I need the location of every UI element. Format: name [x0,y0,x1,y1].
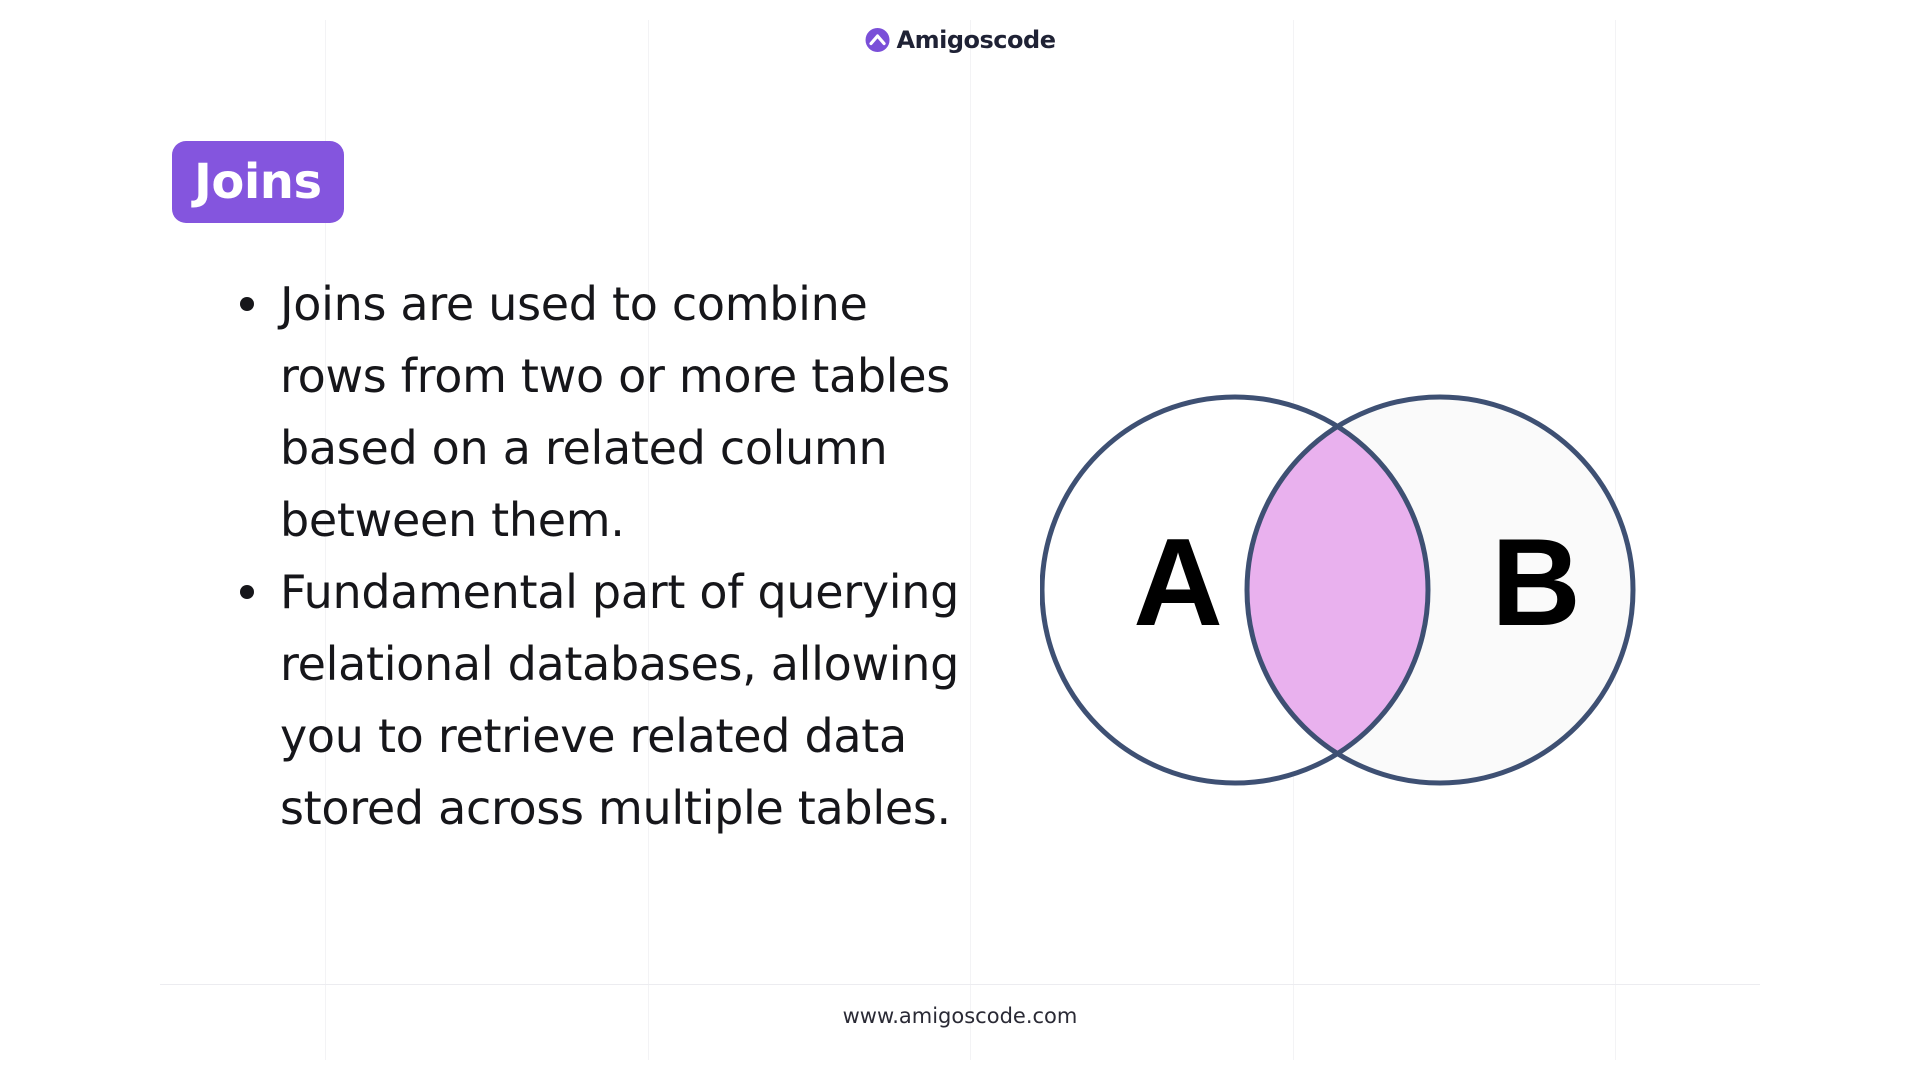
bullet-list: Joins are used to combine rows from two … [236,268,976,844]
slide: Amigoscode Joins Joins are used to combi… [0,0,1920,1080]
bullet-item: Fundamental part of querying relational … [236,556,976,844]
footer-url: www.amigoscode.com [842,1004,1078,1028]
footer-divider [160,984,1760,985]
brand-logo: Amigoscode [865,26,1056,54]
bullet-text: Fundamental part of querying relational … [280,565,960,835]
bullet-item: Joins are used to combine rows from two … [236,268,976,556]
bullet-dot-icon [240,297,254,311]
bullet-text: Joins are used to combine rows from two … [280,277,950,547]
bullet-dot-icon [240,585,254,599]
brand-name: Amigoscode [896,26,1056,54]
title-badge: Joins [172,141,344,223]
venn-diagram: A B [1040,394,1636,786]
amigoscode-logo-icon [865,28,890,52]
venn-label-a: A [1133,514,1223,652]
venn-label-b: B [1491,514,1581,652]
